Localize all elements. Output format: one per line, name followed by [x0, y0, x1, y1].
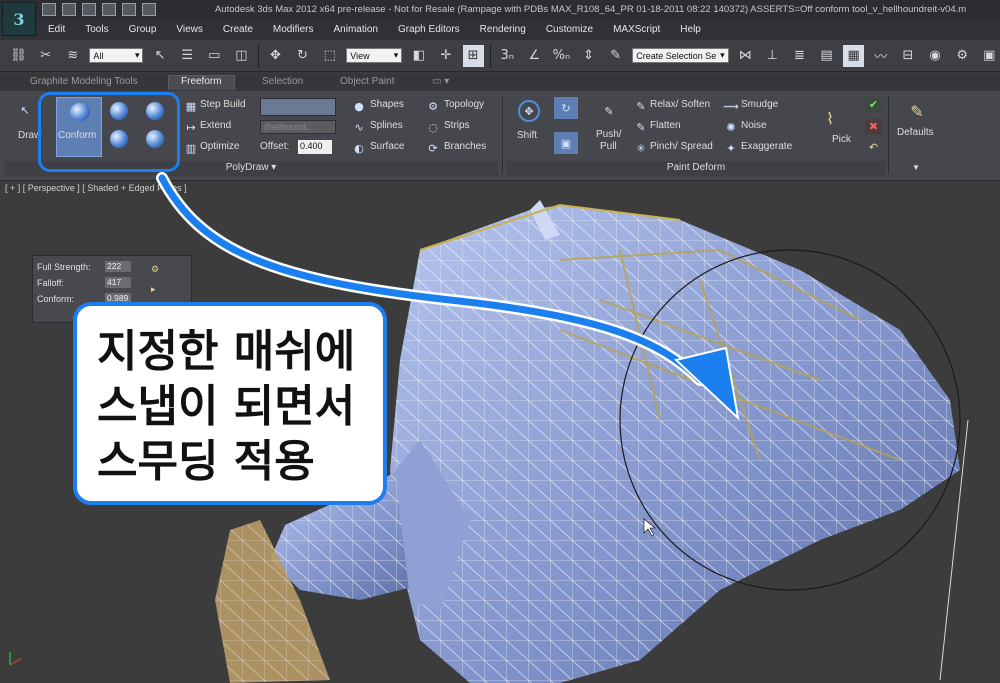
- callout-line-3: 스무딩 적용: [97, 436, 315, 487]
- callout-line-1: 지정한 매쉬에: [97, 326, 356, 377]
- axis-gizmo: [9, 652, 23, 666]
- annotation-callout: 지정한 매쉬에 스냅이 되면서 스무딩 적용: [73, 302, 387, 505]
- callout-line-2: 스냅이 되면서: [97, 381, 356, 432]
- conform-tools-highlight: [38, 92, 180, 172]
